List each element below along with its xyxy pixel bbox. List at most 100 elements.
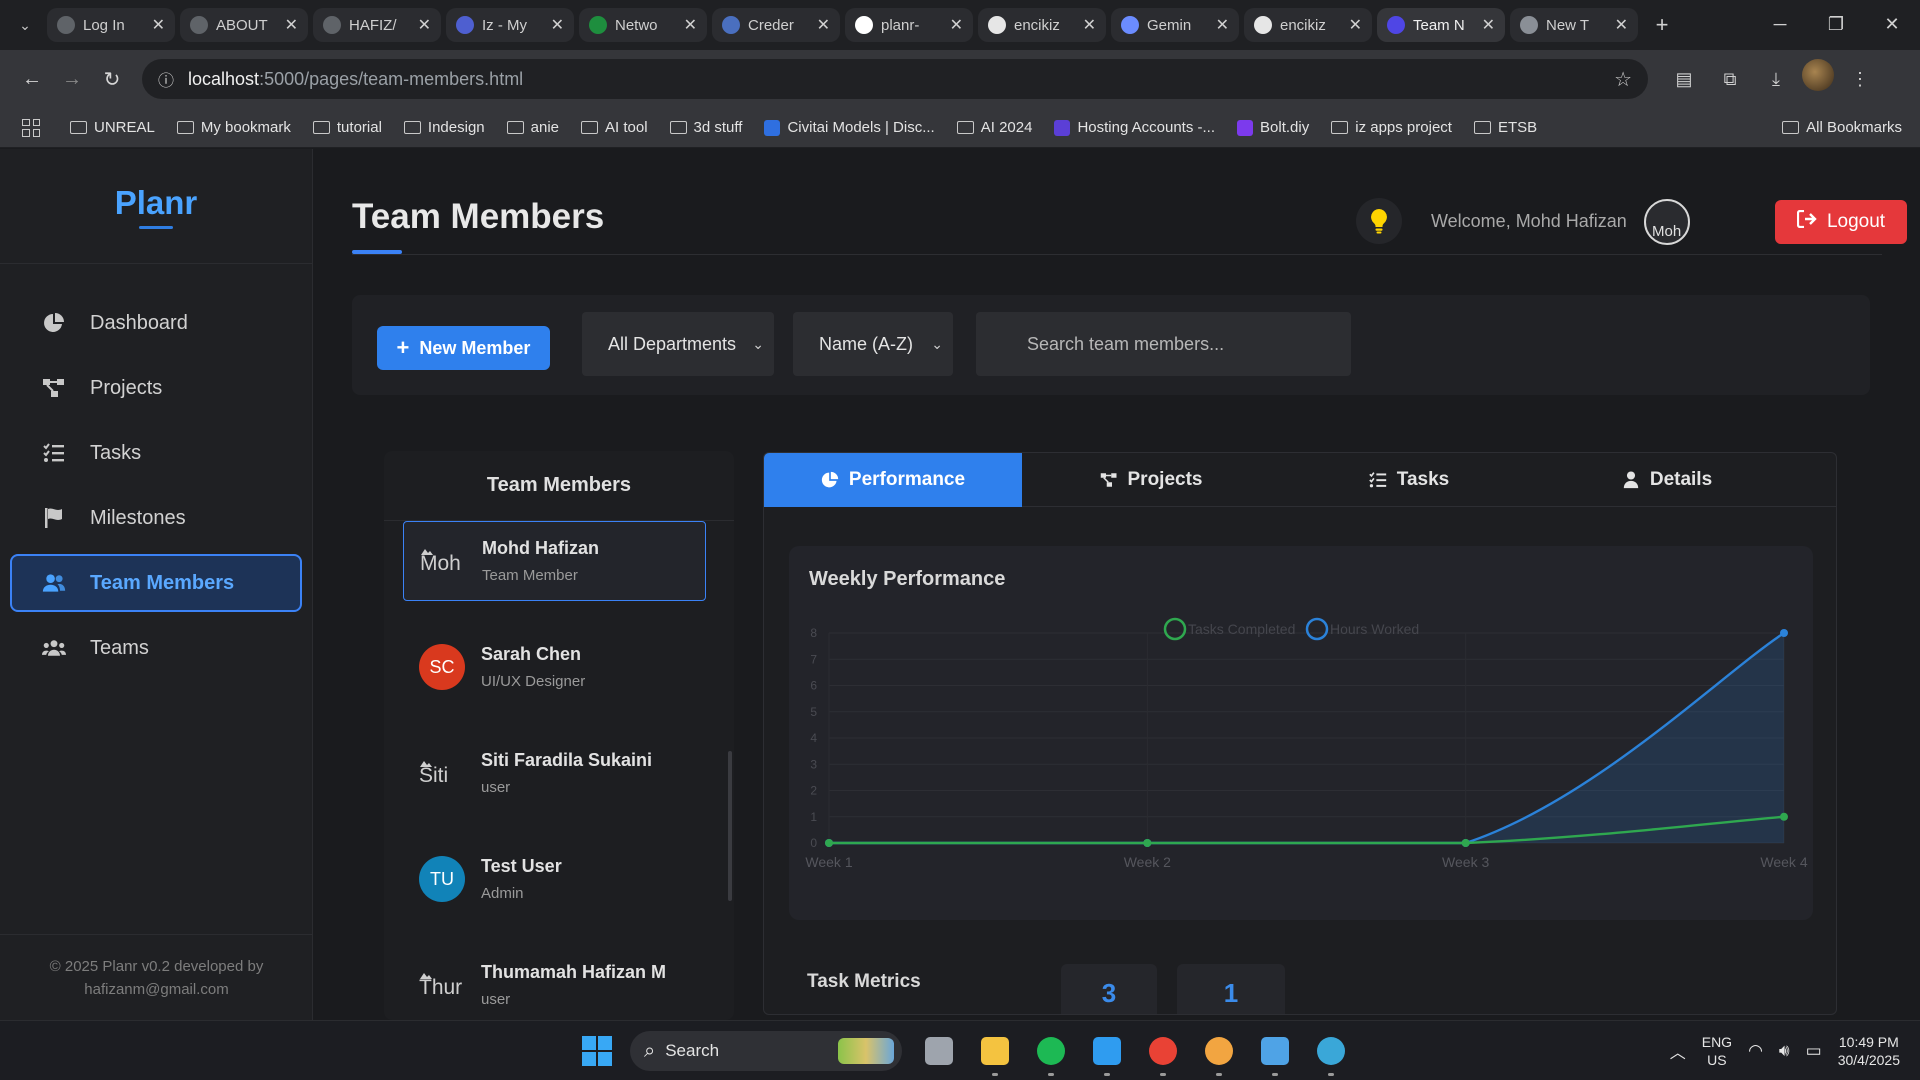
browser-tab[interactable]: Netwo ✕ [579, 8, 707, 42]
department-select[interactable]: All Departments ⌄ [582, 312, 774, 376]
close-tab-icon[interactable]: ✕ [285, 15, 298, 35]
address-bar[interactable]: ⓘ localhost:5000/pages/team-members.html… [142, 59, 1648, 99]
sidebar-item-projects[interactable]: Projects [10, 359, 302, 417]
reload-button[interactable]: ↻ [92, 59, 132, 99]
sidebar-item-dashboard[interactable]: Dashboard [10, 294, 302, 352]
app-logo[interactable]: Planr [115, 184, 198, 222]
tab-tasks[interactable]: Tasks [1280, 453, 1538, 507]
bookmark-item[interactable]: iz apps project [1331, 119, 1452, 136]
browser-tab[interactable]: Log In ✕ [47, 8, 175, 42]
members-scrollbar[interactable] [728, 751, 732, 901]
bookmark-item[interactable]: Bolt.diy [1237, 119, 1309, 136]
tab-performance[interactable]: Performance [764, 453, 1022, 507]
volume-icon[interactable]: 🔊︎ [1779, 1041, 1790, 1061]
bookmark-item[interactable]: UNREAL [70, 119, 155, 136]
member-list-item[interactable]: Moh Mohd Hafizan Team Member [403, 521, 706, 601]
clipboard-icon[interactable]: ▤ [1664, 59, 1704, 99]
vscode-icon[interactable] [1088, 1032, 1126, 1076]
tray-overflow-icon[interactable]: ︿ [1670, 1039, 1686, 1063]
sidebar: Planr Dashboard Projects Tasks Milestones Te… [0, 149, 313, 1020]
sidebar-item-tasks[interactable]: Tasks [10, 424, 302, 482]
sidebar-item-team-members[interactable]: Team Members [10, 554, 302, 612]
tab-projects[interactable]: Projects [1022, 453, 1280, 507]
user-avatar[interactable]: Moh [1644, 199, 1690, 245]
bookmark-item[interactable]: My bookmark [176, 119, 291, 136]
bookmark-item[interactable]: Civitai Models | Disc... [764, 119, 935, 136]
member-list-item[interactable]: Thur Thumamah Hafizan M user [403, 945, 706, 1020]
member-list-item[interactable]: Siti Siti Faradila Sukaini user [403, 733, 706, 813]
spotify-icon[interactable] [1032, 1032, 1070, 1076]
search-members-input[interactable] [976, 312, 1351, 376]
bookmark-item[interactable]: ETSB [1473, 119, 1537, 136]
site-info-icon[interactable]: ⓘ [158, 67, 174, 91]
new-tab-button[interactable]: + [1646, 9, 1678, 41]
browser-tab[interactable]: Team N ✕ [1377, 8, 1505, 42]
new-member-button[interactable]: + New Member [377, 326, 550, 370]
data-point [1780, 812, 1788, 821]
bookmark-item[interactable]: tutorial [312, 119, 382, 136]
bookmark-item[interactable]: Indesign [403, 119, 485, 136]
chrome-icon[interactable] [1144, 1032, 1182, 1076]
bookmark-item[interactable]: Hosting Accounts -... [1054, 119, 1215, 136]
bookmark-item[interactable]: 3d stuff [669, 119, 742, 136]
profile-avatar[interactable] [1802, 59, 1834, 91]
sidebar-item-milestones[interactable]: Milestones [10, 489, 302, 547]
extensions-icon[interactable]: ⧉ [1710, 59, 1750, 99]
tab-title: encikiz [1014, 16, 1060, 34]
bookmark-item[interactable]: AI tool [581, 119, 648, 136]
spotify-icon-glyph [1037, 1037, 1065, 1065]
tab-details[interactable]: Details [1538, 453, 1796, 507]
close-tab-icon[interactable]: ✕ [1482, 15, 1495, 35]
browser-tab[interactable]: Gemin ✕ [1111, 8, 1239, 42]
member-list-item[interactable]: TU Test User Admin [403, 839, 706, 919]
close-tab-icon[interactable]: ✕ [1216, 15, 1229, 35]
theme-toggle-lightbulb-icon[interactable] [1356, 198, 1402, 244]
download-icon[interactable]: ⤓ [1756, 59, 1796, 99]
close-tab-icon[interactable]: ✕ [551, 15, 564, 35]
maximize-button[interactable]: ❐ [1808, 0, 1864, 48]
browser-tab[interactable]: Creder ✕ [712, 8, 840, 42]
sort-select[interactable]: Name (A-Z) ⌄ [793, 312, 953, 376]
close-tab-icon[interactable]: ✕ [152, 15, 165, 35]
taskbar-search[interactable]: ⌕ Search [630, 1031, 902, 1071]
bookmark-item[interactable]: AI 2024 [956, 119, 1032, 136]
bookmark-star-icon[interactable]: ☆ [1614, 67, 1632, 92]
browser-tab[interactable]: encikiz ✕ [1244, 8, 1372, 42]
tab-search-icon[interactable]: ⌄ [8, 8, 42, 42]
minimize-button[interactable]: ─ [1752, 0, 1808, 48]
all-bookmarks-button[interactable]: All Bookmarks [1782, 119, 1902, 136]
close-tab-icon[interactable]: ✕ [1349, 15, 1362, 35]
windows-start-icon[interactable] [582, 1036, 612, 1066]
globe-icon[interactable] [1312, 1032, 1350, 1076]
chrome-menu-icon[interactable]: ⋮ [1840, 59, 1880, 99]
apps-grid-icon[interactable] [22, 118, 40, 137]
member-list-item[interactable]: SC Sarah Chen UI/UX Designer [403, 627, 706, 707]
language-indicator[interactable]: ENG US [1702, 1033, 1732, 1069]
close-tab-icon[interactable]: ✕ [1083, 15, 1096, 35]
close-tab-icon[interactable]: ✕ [418, 15, 431, 35]
browser-tab[interactable]: New T ✕ [1510, 8, 1638, 42]
browser-tab[interactable]: Iz - My ✕ [446, 8, 574, 42]
notepad-icon[interactable] [1256, 1032, 1294, 1076]
files-icon[interactable] [920, 1032, 958, 1070]
browser-tab[interactable]: HAFIZ/ ✕ [313, 8, 441, 42]
sidebar-item-teams[interactable]: Teams [10, 619, 302, 677]
chrome-canary-icon[interactable] [1200, 1032, 1238, 1076]
close-tab-icon[interactable]: ✕ [684, 15, 697, 35]
wifi-icon[interactable]: ◠ [1748, 1041, 1763, 1061]
sidebar-item-label: Milestones [90, 506, 186, 529]
browser-tab[interactable]: planr- ✕ [845, 8, 973, 42]
close-tab-icon[interactable]: ✕ [1615, 15, 1628, 35]
bookmark-item[interactable]: anie [506, 119, 559, 136]
close-tab-icon[interactable]: ✕ [950, 15, 963, 35]
forward-button[interactable]: → [52, 59, 92, 99]
battery-icon[interactable]: ▭ [1806, 1041, 1822, 1061]
clock[interactable]: 10:49 PM 30/4/2025 [1838, 1033, 1900, 1069]
close-tab-icon[interactable]: ✕ [817, 15, 830, 35]
close-window-button[interactable]: ✕ [1864, 0, 1920, 48]
back-button[interactable]: ← [12, 59, 52, 99]
logout-button[interactable]: Logout [1775, 200, 1907, 244]
folder-icon[interactable] [976, 1032, 1014, 1076]
browser-tab[interactable]: encikiz ✕ [978, 8, 1106, 42]
browser-tab[interactable]: ABOUT ✕ [180, 8, 308, 42]
